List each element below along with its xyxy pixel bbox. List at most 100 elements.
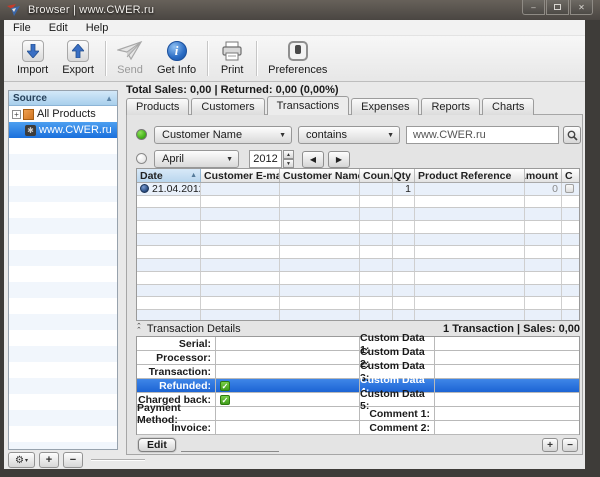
details-summary: 1 Transaction | Sales: 0,00 [443,323,580,335]
row-checkbox[interactable] [565,184,574,193]
tab-charts[interactable]: Charts [482,98,534,115]
empty-cell [393,272,415,284]
remove-transaction-button[interactable]: − [562,438,578,452]
empty-cell [393,259,415,271]
search-filter-radio[interactable] [136,129,147,140]
add-transaction-button[interactable]: + [542,438,558,452]
tab-customers[interactable]: Customers [191,98,264,115]
details-row-invoice[interactable]: Invoice:Comment 2: [137,421,579,435]
remove-source-button[interactable]: − [63,452,83,468]
year-input[interactable]: 2012 [249,150,282,168]
prev-period-button[interactable]: ◀ [302,151,324,168]
close-button[interactable]: ✕ [570,0,593,15]
search-button[interactable] [563,126,581,144]
details-row-transaction[interactable]: Transaction:Custom Data 3: [137,365,579,379]
menu-edit[interactable]: Edit [40,20,77,35]
month-select[interactable]: April ▼ [154,150,239,168]
table-row-empty[interactable] [137,310,579,321]
column-header-country[interactable]: Coun... [360,169,393,182]
column-header-c[interactable]: C [562,169,579,182]
column-header-customer-email[interactable]: Customer E-mail [201,169,280,182]
actions-gear-button[interactable]: ⚙▾ [8,452,35,468]
empty-cell [525,259,562,271]
expander-icon[interactable]: + [12,110,21,119]
get-info-button[interactable]: i Get Info [150,36,203,81]
tab-transactions[interactable]: Transactions [267,96,350,115]
maximize-button[interactable] [546,0,569,15]
print-button[interactable]: Print [212,36,252,81]
column-header-amount[interactable]: Amount [525,169,562,182]
total-sales-summary: Total Sales: 0,00 | Returned: 0,00 (0,00… [126,84,339,96]
checked-checkbox-icon[interactable]: ✓ [220,381,230,391]
field-select[interactable]: Customer Name ▼ [154,126,292,144]
empty-cell [525,297,562,309]
window-title: Browser | www.CWER.ru [28,4,154,16]
table-row-empty[interactable] [137,234,579,247]
table-row-empty[interactable] [137,272,579,285]
tab-products[interactable]: Products [126,98,189,115]
menu-file[interactable]: File [4,20,40,35]
table-row-empty[interactable] [137,208,579,221]
empty-cell [562,285,579,297]
table-row[interactable]: 21.04.2012 1 0 [137,183,579,196]
export-button[interactable]: Export [55,36,101,81]
get-info-label: Get Info [157,64,196,76]
toolbar-separator [207,41,208,76]
empty-cell [137,208,201,220]
edit-button[interactable]: Edit [138,438,176,452]
tab-reports[interactable]: Reports [421,98,480,115]
paper-plane-icon [117,39,143,63]
details-row-processor[interactable]: Processor:Custom Data 2: [137,351,579,365]
field-value [216,421,360,434]
maximize-icon [554,4,561,10]
import-button[interactable]: Import [10,36,55,81]
table-row-empty[interactable] [137,246,579,259]
operator-select[interactable]: contains ▼ [298,126,400,144]
sidebar-item-cwer[interactable]: ✱ www.CWER.ru [9,122,117,138]
details-row-payment-method[interactable]: Payment Method:Comment 1: [137,407,579,421]
details-row-refunded[interactable]: Refunded:✓Custom Data 4: [137,379,579,393]
empty-cell [415,221,525,233]
export-label: Export [62,64,94,76]
chevron-down-icon: ▼ [387,132,394,139]
year-stepper[interactable]: ▲ ▼ [283,150,294,168]
empty-cell [201,310,280,321]
transaction-details-grid: Serial:Custom Data 1:Processor:Custom Da… [136,336,580,435]
column-header-qty[interactable]: Qty [393,169,415,182]
preferences-button[interactable]: Preferences [261,36,334,81]
tab-expenses[interactable]: Expenses [351,98,419,115]
source-header[interactable]: Source ▲ [9,91,117,106]
period-filter-radio[interactable] [136,153,147,164]
add-source-button[interactable]: + [39,452,59,468]
empty-cell [415,196,525,208]
column-header-product-reference[interactable]: Product Reference [415,169,525,182]
divider-line [181,451,279,452]
month-select-value: April [162,153,184,165]
send-button[interactable]: Send [110,36,150,81]
minimize-button[interactable]: – [522,0,545,15]
menu-help[interactable]: Help [77,20,118,35]
table-row-empty[interactable] [137,297,579,310]
spin-up-icon[interactable]: ▲ [283,150,294,159]
details-row-serial[interactable]: Serial:Custom Data 1: [137,337,579,351]
empty-cell [280,208,360,220]
sidebar-item-all-products[interactable]: + All Products [9,106,117,122]
table-row-empty[interactable] [137,285,579,298]
checked-checkbox-icon[interactable]: ✓ [220,395,230,405]
spin-down-icon[interactable]: ▼ [283,159,294,168]
splitter-handle[interactable] [91,459,145,461]
table-row-empty[interactable] [137,259,579,272]
column-header-date[interactable]: Date ▲ [137,169,201,182]
search-query-input[interactable]: www.CWER.ru [406,126,559,144]
next-period-button[interactable]: ▶ [328,151,350,168]
titlebar[interactable]: Browser | www.CWER.ru – ✕ [0,0,600,20]
empty-cell [562,208,579,220]
empty-cell [280,234,360,246]
empty-cell [201,196,280,208]
table-row-empty[interactable] [137,221,579,234]
table-row-empty[interactable] [137,196,579,209]
empty-cell [393,208,415,220]
collapse-chevrons-icon[interactable]: ⌃⌃ [136,325,142,333]
date-cell: 21.04.2012 [137,183,201,195]
column-header-customer-name[interactable]: Customer Name [280,169,360,182]
